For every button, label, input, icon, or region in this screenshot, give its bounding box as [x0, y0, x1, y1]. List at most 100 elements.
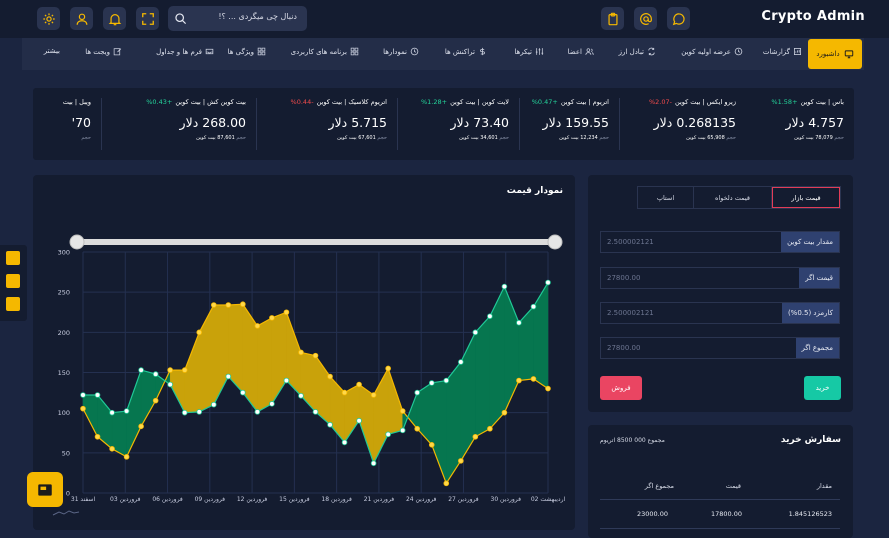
data-point [94, 392, 101, 398]
nav-item-label: تبادل ارز [618, 47, 644, 56]
nav-item-ico[interactable]: عرضه اولیه کوین [681, 47, 743, 56]
mini-sparkline [52, 510, 80, 516]
widget-toggle-button[interactable] [6, 251, 20, 265]
x-tick-label: فروردین 09 [195, 496, 226, 503]
data-point [545, 279, 551, 286]
field-label: کارمزد (0.5%) [781, 303, 839, 323]
data-point [152, 397, 159, 404]
clipboard-button[interactable] [601, 7, 624, 30]
search-box[interactable]: دنبال چی میگردی ... ؟! [168, 6, 307, 31]
nav-item-widgets[interactable]: ویجت ها [85, 47, 122, 56]
settings-button[interactable] [37, 7, 60, 30]
apps-icon [350, 47, 359, 56]
sliders-icon [535, 48, 544, 55]
ticker-card[interactable]: اتریوم کلاسیک | بیت کوین-0.44% 5.715 دلا… [256, 98, 397, 150]
x-tick-label: فروردین 21 [364, 496, 395, 503]
data-point [283, 309, 290, 316]
field-value[interactable]: 2.500002121 [607, 309, 654, 317]
ticker-card[interactable]: زیرو ایکس | بیت کوین-2.07% 0.268135 دلار… [619, 98, 746, 150]
nav-item-exchange[interactable]: تبادل ارز [619, 47, 656, 56]
data-point [327, 373, 333, 380]
nav-item-forms[interactable]: فرم ها و جداول [156, 47, 214, 56]
nav-item-features[interactable]: ویژگی ها [228, 47, 266, 56]
field-value[interactable]: 27800.00 [607, 344, 640, 352]
nav-item-label: برنامه های کاربردی [290, 47, 347, 56]
fee-field[interactable]: 2.500002121 کارمزد (0.5%) [600, 302, 840, 324]
data-point [530, 303, 537, 310]
price-chart-panel: نمودار قیمت 0 50 100 150 200 250 300 اسفند 31 فر… [33, 175, 575, 530]
ticker-card[interactable]: بیت کوین کش | بیت کوین+0.43% 268.00 دلار… [101, 98, 256, 150]
ticker-volume-label: حجم [599, 135, 609, 141]
data-point [269, 315, 275, 321]
ticker-card[interactable]: باس | بیت کوین+1.58% 4.757 دلار حجم 78,0… [746, 98, 854, 150]
area-fill [329, 375, 345, 444]
ticker-price: 159.55 دلار [542, 115, 609, 130]
tab-market-price[interactable]: قیمت بازار [772, 187, 840, 208]
x-tick-label: فروردین 03 [110, 496, 141, 503]
data-point [152, 371, 159, 377]
app-title: Crypto Admin [761, 9, 865, 24]
price-field[interactable]: 27800.00 قیمت اگر [600, 267, 840, 289]
nav-item-charts[interactable]: نمودارها [383, 47, 419, 56]
nav-item-transactions[interactable]: تراکنش ها [445, 47, 487, 56]
field-value[interactable]: 2.500002121 [607, 238, 654, 246]
y-tick-label: 200 [58, 329, 70, 337]
clock-icon [734, 47, 743, 56]
ticker-price: 5.715 دلار [328, 115, 387, 130]
nav-item-more[interactable]: بیشتر [44, 47, 60, 55]
nav-item-label: تیکرها [514, 47, 532, 56]
data-point [458, 458, 464, 464]
y-tick-label: 250 [58, 289, 70, 297]
email-button[interactable] [634, 7, 657, 30]
ticker-pair: اتریوم کلاسیک | بیت کوین [316, 98, 387, 106]
ticker-volume: 78,079 [815, 135, 833, 141]
search-input[interactable]: دنبال چی میگردی ... ؟! [218, 12, 297, 21]
at-icon [639, 12, 652, 25]
data-point [181, 367, 188, 373]
data-point [167, 381, 173, 388]
data-point [181, 409, 188, 416]
data-point [312, 352, 319, 359]
tab-limit-price[interactable]: قیمت دلخواه [694, 187, 772, 208]
grid-icon [257, 47, 266, 56]
ticker-change: -2.07% [648, 98, 673, 106]
ticker-card[interactable]: اتریوم | بیت کوین+0.47% 159.55 دلار حجم … [519, 98, 619, 150]
ticker-card[interactable]: ویبل | بیت 70' حجم [33, 98, 101, 150]
price-chart[interactable]: 0 50 100 150 200 250 300 اسفند 31 فروردین 03 فرور… [33, 175, 575, 530]
x-tick-label: فروردین 30 [491, 496, 522, 503]
data-point [210, 401, 217, 408]
nav-item-reports[interactable]: گزارشات [763, 47, 802, 56]
total-field[interactable]: 27800.00 مجموع اگر [600, 337, 840, 359]
customizer-button[interactable] [27, 472, 63, 507]
order-tabs: قیمت بازار قیمت دلخواه استاپ [637, 186, 841, 209]
sell-button[interactable]: فروش [600, 376, 642, 400]
widget-toggle-button[interactable] [6, 297, 20, 311]
nav-item-dashboard[interactable]: داشبورد [808, 39, 862, 69]
ticker-change: +0.47% [531, 98, 558, 106]
chat-button[interactable] [667, 7, 690, 30]
nav-item-apps[interactable]: برنامه های کاربردی [291, 47, 359, 56]
x-tick-label: فروردین 06 [152, 496, 183, 503]
widget-toggle-button[interactable] [6, 274, 20, 288]
ticker-card[interactable]: لایت کوین | بیت کوین+1.28% 73.40 دلار حج… [397, 98, 519, 150]
ticker-volume-label: حجم [834, 135, 844, 141]
layout-icon [38, 483, 52, 496]
btc-amount-field[interactable]: 2.500002121 مقدار بیت کوین [600, 231, 840, 253]
field-value[interactable]: 27800.00 [607, 274, 640, 282]
data-point [356, 417, 362, 424]
nav-item-tickers[interactable]: تیکرها [514, 47, 544, 56]
fullscreen-button[interactable] [136, 7, 159, 30]
buy-button[interactable]: خرید [804, 376, 841, 400]
ticker-strip: باس | بیت کوین+1.58% 4.757 دلار حجم 78,0… [33, 88, 854, 160]
data-point [80, 392, 86, 398]
chat-icon [672, 12, 685, 25]
buy-orders-total: مجموع 000 8500 اتریوم [600, 437, 665, 444]
user-button[interactable] [70, 7, 93, 30]
tab-stop[interactable]: استاپ [638, 187, 694, 208]
data-point [167, 367, 173, 373]
nav-item-members[interactable]: اعضا [568, 47, 594, 56]
ticker-volume: 87,601 [217, 135, 235, 141]
ticker-unit: بیت کوین [559, 135, 579, 141]
notifications-button[interactable] [103, 7, 126, 30]
user-icon [76, 13, 87, 25]
